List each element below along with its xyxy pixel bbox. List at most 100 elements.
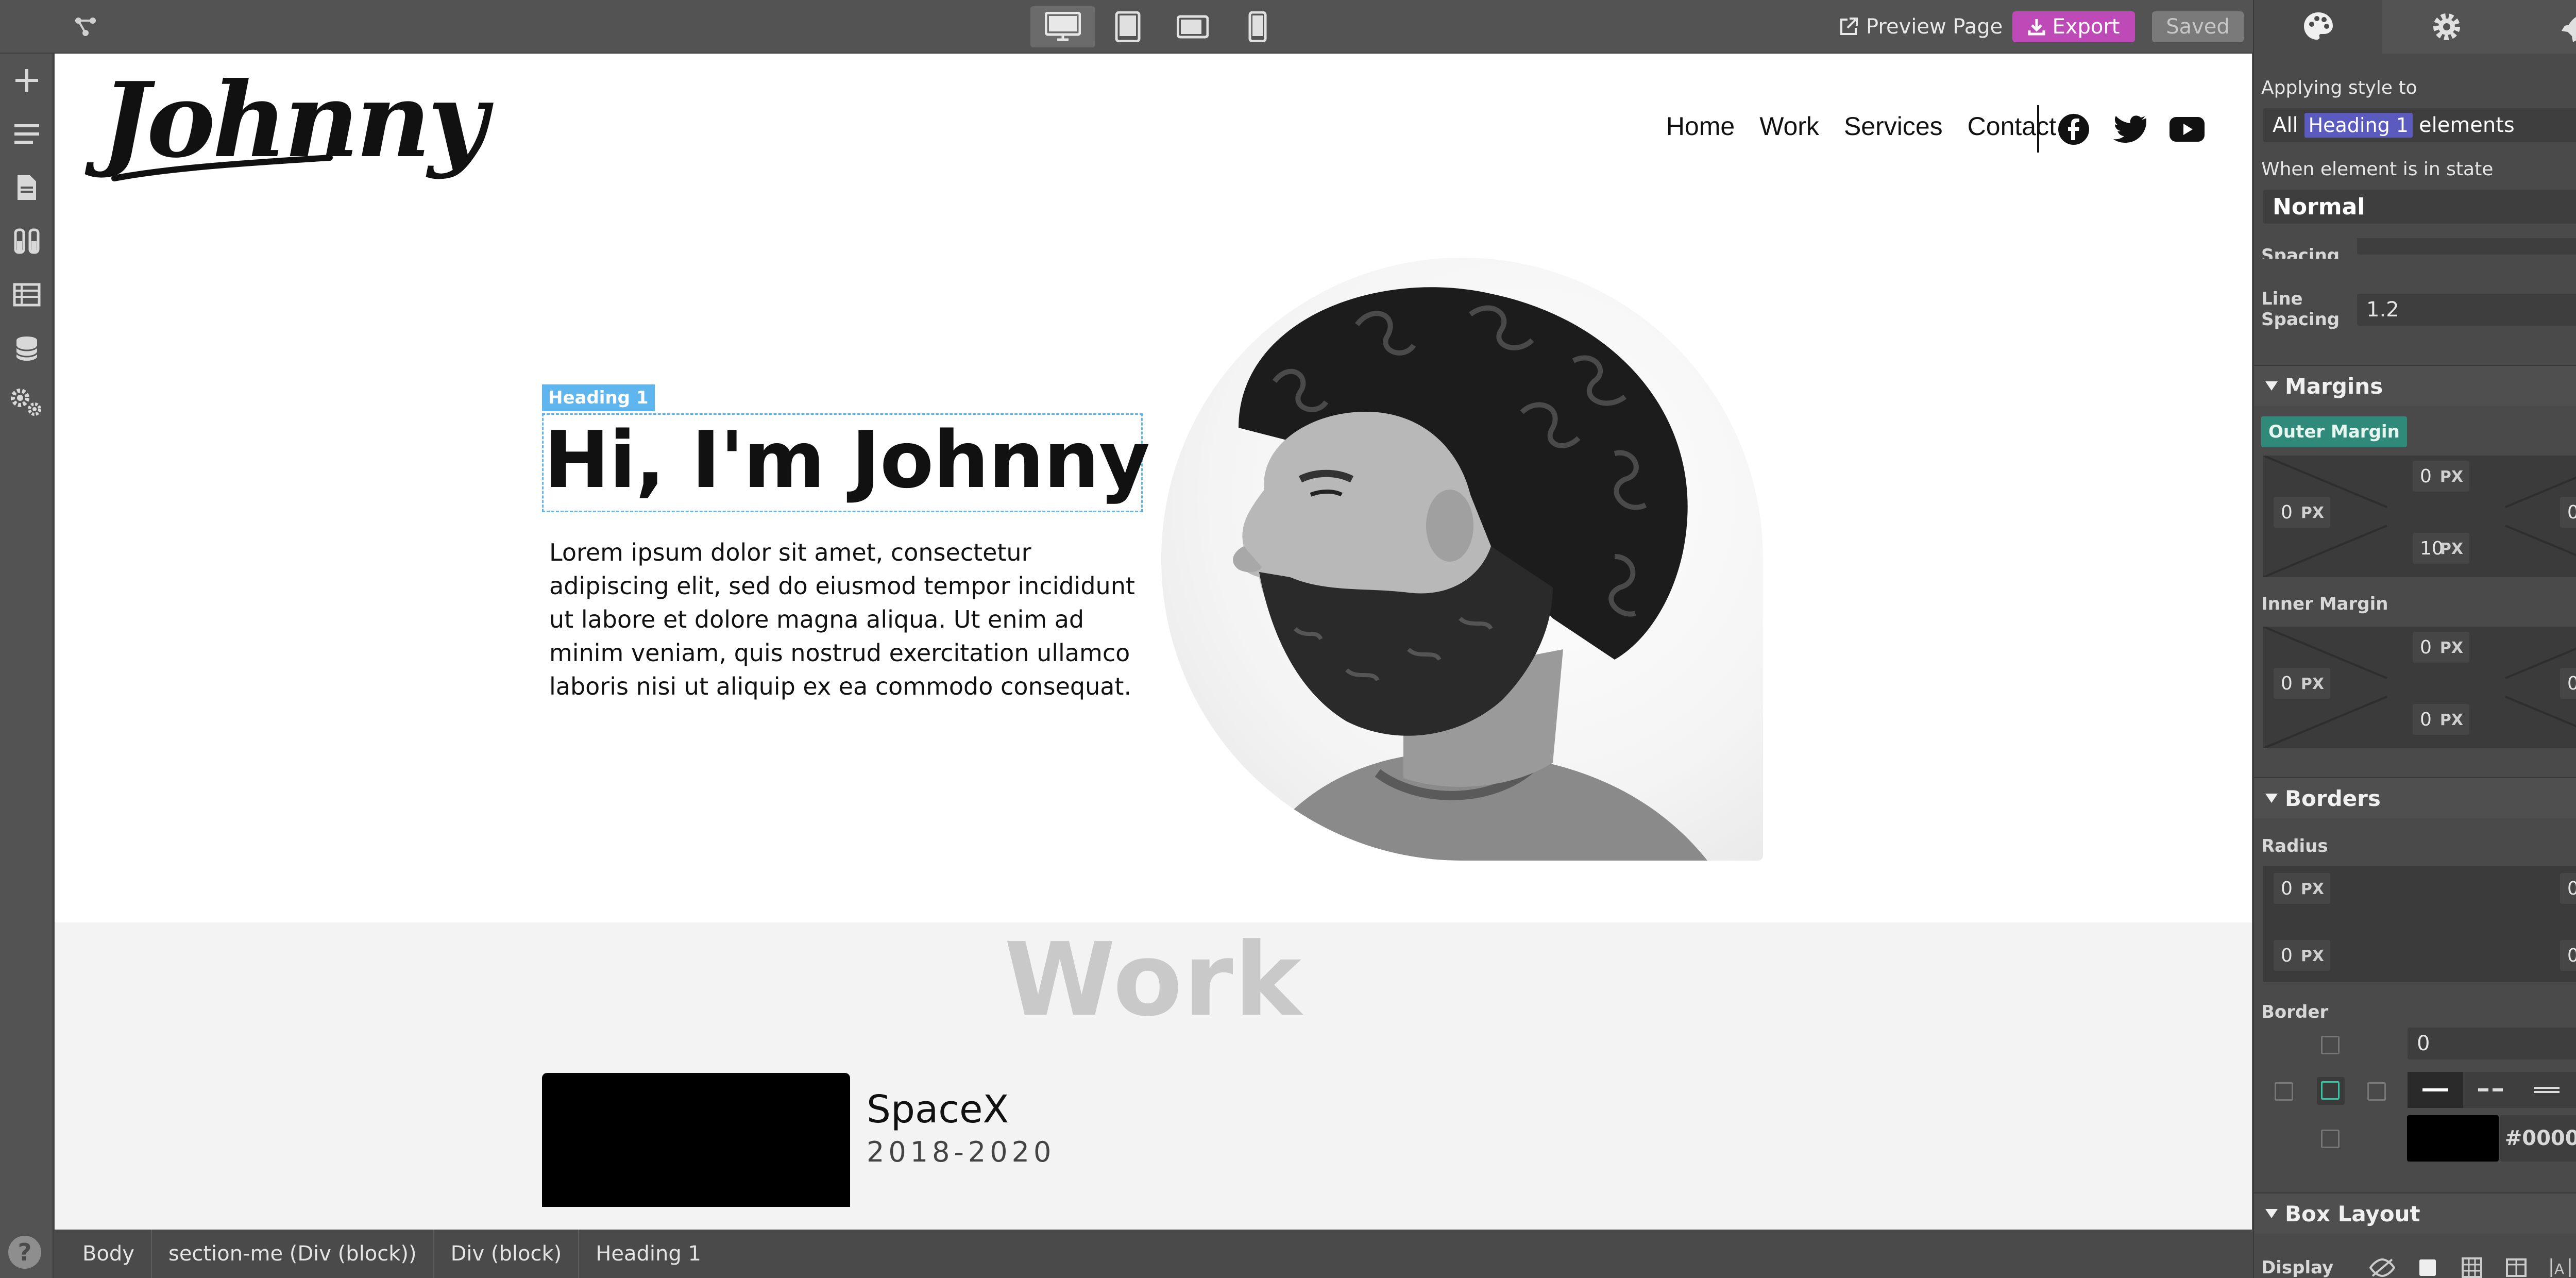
tablet-landscape-icon[interactable] (1160, 6, 1225, 47)
breadcrumb-item-heading[interactable]: Heading 1 (579, 1230, 718, 1278)
state-select[interactable]: Normal (2263, 190, 2576, 224)
hero-heading[interactable]: Hi, I'm Johnny (544, 409, 1150, 511)
desktop-icon[interactable] (1030, 6, 1095, 47)
nav-item-contact[interactable]: Contact (1968, 111, 2056, 141)
preview-label: Preview Page (1866, 15, 2003, 39)
border-top-side-icon[interactable] (2321, 1036, 2340, 1054)
inner-margin-top[interactable]: 0 PX (2413, 632, 2469, 663)
breadcrumb-item-body[interactable]: Body (66, 1230, 152, 1278)
letter-spacing-row: Spacing (2254, 238, 2576, 259)
facebook-icon[interactable] (2058, 113, 2090, 145)
help-icon[interactable]: ? (8, 1236, 41, 1269)
preview-page-button[interactable]: Preview Page (1838, 12, 2003, 41)
unit-label: PX (2439, 468, 2463, 486)
export-button[interactable]: Export (2012, 11, 2135, 42)
radius-top-left[interactable]: 0 PX (2274, 873, 2330, 904)
border-all-sides-icon[interactable] (2321, 1081, 2340, 1100)
line-spacing-field[interactable]: 1.2 EM (2357, 294, 2576, 326)
device-switcher (1030, 6, 1290, 47)
breadcrumb-item-section[interactable]: section-me (Div (block)) (152, 1230, 434, 1278)
line-spacing-label-1: Line (2261, 289, 2303, 309)
settings-tab-gear-icon[interactable] (2382, 0, 2511, 54)
pages-icon[interactable] (0, 161, 54, 214)
unit-label: PX (2300, 880, 2324, 898)
border-left-side-icon[interactable] (2275, 1082, 2293, 1101)
display-grid-icon[interactable] (2456, 1252, 2487, 1278)
breadcrumb-item-div[interactable]: Div (block) (434, 1230, 580, 1278)
phone-icon[interactable] (1225, 6, 1290, 47)
tablet-icon[interactable] (1095, 6, 1160, 47)
selected-element-badge: Heading 1 (542, 384, 655, 411)
work-dates[interactable]: 2018-2020 (867, 1136, 1055, 1168)
border-width-field[interactable]: 0 PX (2408, 1028, 2576, 1060)
hero-paragraph[interactable]: Lorem ipsum dolor sit amet, consectetur … (549, 536, 1142, 703)
display-flex-icon[interactable] (2501, 1252, 2532, 1278)
margins-title: Margins (2285, 373, 2383, 399)
unit-label: PX (2439, 711, 2463, 729)
display-none-icon[interactable] (2367, 1252, 2398, 1278)
nav-item-services[interactable]: Services (1844, 111, 1943, 141)
work-heading[interactable]: Work (55, 921, 2252, 1039)
border-color-swatch[interactable] (2407, 1115, 2499, 1162)
scope-suffix: elements (2418, 113, 2515, 137)
style-tab-palette-icon[interactable] (2254, 0, 2382, 54)
social-links (2058, 113, 2205, 145)
border-dashed-icon[interactable] (2463, 1072, 2519, 1108)
outer-margin-top[interactable]: 0 PX (2413, 461, 2469, 492)
unit-label: PX (2439, 639, 2463, 657)
style-panel: Applying style to All Heading 1 elements… (2253, 0, 2576, 1278)
inner-margin-bottom[interactable]: 0 PX (2413, 704, 2469, 735)
navigator-icon[interactable] (0, 107, 54, 161)
display-inline-block-icon[interactable]: A (2545, 1252, 2576, 1278)
radius-bottom-left[interactable]: 0 PX (2274, 940, 2330, 971)
letter-spacing-label: Spacing (2261, 245, 2340, 259)
letter-spacing-field[interactable] (2357, 238, 2576, 255)
collapse-triangle-icon (2265, 381, 2278, 391)
database-icon[interactable] (0, 322, 54, 375)
sitemap-icon[interactable] (72, 13, 99, 40)
inner-margin-label: Inner Margin (2261, 594, 2388, 614)
outer-margin-bottom[interactable]: 10 PX (2413, 533, 2469, 564)
work-thumbnail[interactable] (542, 1073, 850, 1207)
state-label: When element is in state (2261, 159, 2494, 180)
inner-margin-right[interactable]: 0PX (2560, 668, 2576, 699)
border-color-hex[interactable]: #000000 (2500, 1115, 2576, 1162)
publish-tab-rocket-icon[interactable] (2511, 0, 2576, 54)
border-double-icon[interactable] (2519, 1072, 2574, 1108)
download-icon (2028, 19, 2045, 36)
border-bottom-side-icon[interactable] (2321, 1130, 2340, 1148)
style-scope-select[interactable]: All Heading 1 elements (2263, 108, 2576, 142)
margins-section-header[interactable]: Margins (2254, 365, 2576, 406)
nav-item-work[interactable]: Work (1759, 111, 1819, 141)
outer-margin-right[interactable]: 0PX (2560, 497, 2576, 528)
nav-item-home[interactable]: Home (1666, 111, 1735, 141)
work-company[interactable]: SpaceX (867, 1087, 1009, 1132)
page-canvas[interactable]: Johnny Home Work Services Contact Headin… (55, 54, 2252, 1230)
external-link-icon (1840, 18, 1858, 35)
box-layout-section-header[interactable]: Box Layout (2254, 1192, 2576, 1234)
twitter-icon[interactable] (2112, 115, 2146, 144)
border-right-side-icon[interactable] (2367, 1082, 2386, 1101)
settings-icon[interactable] (0, 375, 54, 429)
svg-text:A: A (2554, 1260, 2564, 1277)
logo-swash-icon (111, 155, 333, 181)
components-icon[interactable] (0, 214, 54, 268)
inner-margin-left[interactable]: 0 PX (2274, 668, 2330, 699)
radius-top-right[interactable]: 0PX (2560, 873, 2576, 904)
radius-bottom-right[interactable]: 0PX (2560, 940, 2576, 971)
borders-section-header[interactable]: Borders (2254, 777, 2576, 818)
inner-margin-left-value: 0 (2281, 672, 2293, 694)
radius-box: 0PX 0PX 0PX 0PX (2263, 866, 2576, 982)
display-label: Display (2261, 1257, 2334, 1278)
hero-portrait-image[interactable] (1161, 258, 1763, 861)
cms-icon[interactable] (0, 268, 54, 322)
line-spacing-label-2: Spacing (2261, 309, 2340, 330)
outer-margin-left[interactable]: 0 PX (2274, 497, 2330, 528)
display-block-icon[interactable] (2412, 1252, 2443, 1278)
unit-label: PX (2439, 540, 2463, 558)
youtube-icon[interactable] (2169, 116, 2205, 142)
state-value: Normal (2273, 193, 2365, 220)
border-solid-icon[interactable] (2408, 1072, 2463, 1108)
add-icon[interactable] (0, 54, 54, 107)
saved-button[interactable]: Saved (2152, 11, 2244, 42)
